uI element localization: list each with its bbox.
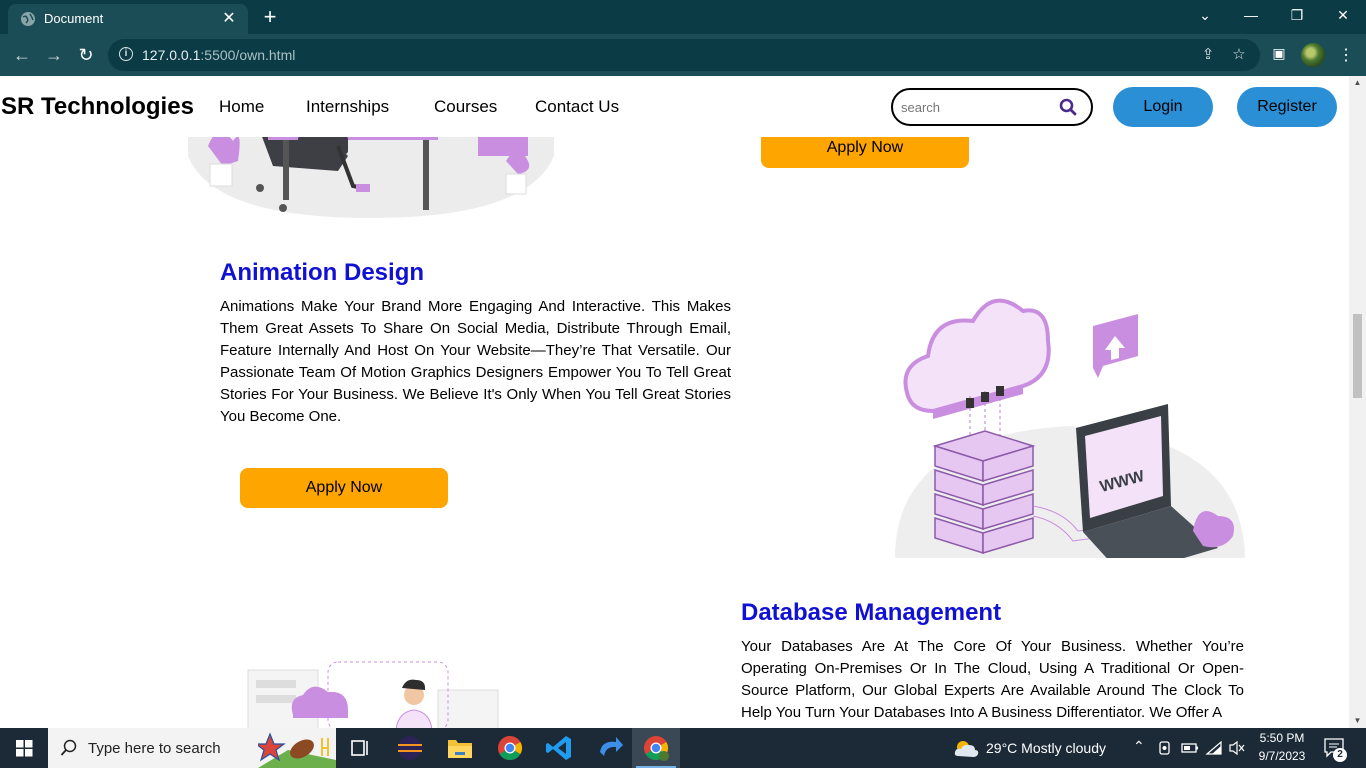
- new-tab-button[interactable]: +: [258, 4, 282, 30]
- task-view-icon[interactable]: [340, 732, 380, 764]
- globe-icon: [21, 12, 35, 26]
- wifi-icon[interactable]: [1205, 740, 1223, 756]
- close-tab-icon[interactable]: ✕: [220, 10, 238, 28]
- animation-design-description: Animations Make Your Brand More Engaging…: [220, 298, 731, 425]
- restore-icon[interactable]: ❐: [1274, 0, 1320, 30]
- clock-time[interactable]: 5:50 PM: [1257, 731, 1307, 745]
- menu-kebab-icon[interactable]: ⋮: [1338, 45, 1354, 65]
- battery-icon[interactable]: [1181, 741, 1199, 755]
- search-highlight-icon: [258, 732, 336, 768]
- site-navbar: SR Technologies Home Internships Courses…: [0, 76, 1349, 137]
- database-management-title: Database Management: [741, 599, 1002, 626]
- weather-text[interactable]: 29°C Mostly cloudy: [986, 740, 1106, 756]
- browser-tab[interactable]: Document ✕: [8, 4, 248, 34]
- apply-now-button-animation[interactable]: Apply Now: [240, 468, 448, 508]
- developer-illustration: [247, 661, 499, 728]
- windows-start-icon[interactable]: [0, 728, 48, 768]
- show-hidden-icons-chevron-icon[interactable]: ⌃: [1133, 738, 1145, 755]
- meet-now-icon[interactable]: [1157, 740, 1173, 756]
- taskbar-search-text: Type here to search: [88, 740, 221, 757]
- nav-link-contact-us[interactable]: Contact Us: [535, 97, 619, 117]
- weather-cloudy-icon[interactable]: [952, 736, 980, 760]
- share-icon[interactable]: ⇪: [1198, 45, 1218, 65]
- scroll-up-arrow-icon[interactable]: ▲: [1352, 78, 1363, 88]
- site-search-box: [891, 88, 1093, 126]
- file-explorer-icon[interactable]: [440, 732, 480, 764]
- nav-link-internships[interactable]: Internships: [306, 97, 389, 117]
- page-scrollbar[interactable]: ▲ ▼: [1349, 76, 1366, 728]
- chrome-icon[interactable]: [490, 732, 530, 764]
- url-text[interactable]: 127.0.0.1:5500/own.html: [142, 47, 295, 63]
- vscode-icon[interactable]: [540, 732, 580, 764]
- register-button[interactable]: Register: [1237, 87, 1337, 127]
- window-close-icon[interactable]: ✕: [1320, 0, 1366, 30]
- chrome-profile-icon: [644, 736, 669, 761]
- arrow-app-icon[interactable]: [590, 732, 630, 764]
- site-search-input[interactable]: [901, 98, 1051, 116]
- notification-count-badge: 2: [1333, 748, 1347, 762]
- side-panel-icon[interactable]: ▣: [1270, 45, 1288, 65]
- active-chrome-window[interactable]: [632, 728, 680, 768]
- scroll-down-arrow-icon[interactable]: ▼: [1352, 716, 1363, 726]
- animation-design-title: Animation Design: [220, 259, 425, 286]
- login-button[interactable]: Login: [1113, 87, 1213, 127]
- minimize-icon[interactable]: —: [1228, 0, 1274, 30]
- profile-avatar[interactable]: [1301, 43, 1325, 67]
- volume-muted-icon[interactable]: [1228, 740, 1246, 756]
- cloud-database-illustration: WWW: [895, 298, 1245, 558]
- clock-date[interactable]: 9/7/2023: [1253, 749, 1311, 763]
- forward-arrow-icon[interactable]: →: [41, 43, 67, 67]
- taskbar-search-box[interactable]: Type here to search: [48, 728, 336, 768]
- address-toolbar: ← → ↻ i 127.0.0.1:5500/own.html ⇪ ☆ ▣ ⋮: [0, 34, 1366, 76]
- back-arrow-icon[interactable]: ←: [9, 43, 35, 67]
- scrollbar-thumb[interactable]: [1353, 314, 1362, 398]
- database-management-description: Your Databases Are At The Core Of Your B…: [741, 638, 1244, 721]
- nav-link-home[interactable]: Home: [219, 97, 264, 117]
- brand-logo-text[interactable]: SR Technologies: [1, 93, 194, 121]
- nav-link-courses[interactable]: Courses: [434, 97, 497, 117]
- site-info-icon[interactable]: i: [119, 47, 133, 61]
- browser-tab-bar: Document ✕ + ⌄ — ❐ ✕: [0, 0, 1366, 34]
- url-bar[interactable]: i 127.0.0.1:5500/own.html ⇪ ☆: [108, 39, 1260, 71]
- taskbar-search-icon: [60, 739, 77, 756]
- windows-taskbar: Type here to search 29°C Mostly cloudy ⌃…: [0, 728, 1366, 768]
- eclipse-app-icon[interactable]: [390, 732, 430, 764]
- search-icon[interactable]: [1059, 98, 1077, 116]
- bookmark-star-icon[interactable]: ☆: [1229, 45, 1249, 65]
- tab-search-chevron-icon[interactable]: ⌄: [1182, 0, 1228, 30]
- reload-icon[interactable]: ↻: [73, 43, 99, 67]
- page-viewport: Apply Now SR Technologies Home Internshi…: [0, 76, 1349, 728]
- tab-title: Document: [44, 11, 104, 26]
